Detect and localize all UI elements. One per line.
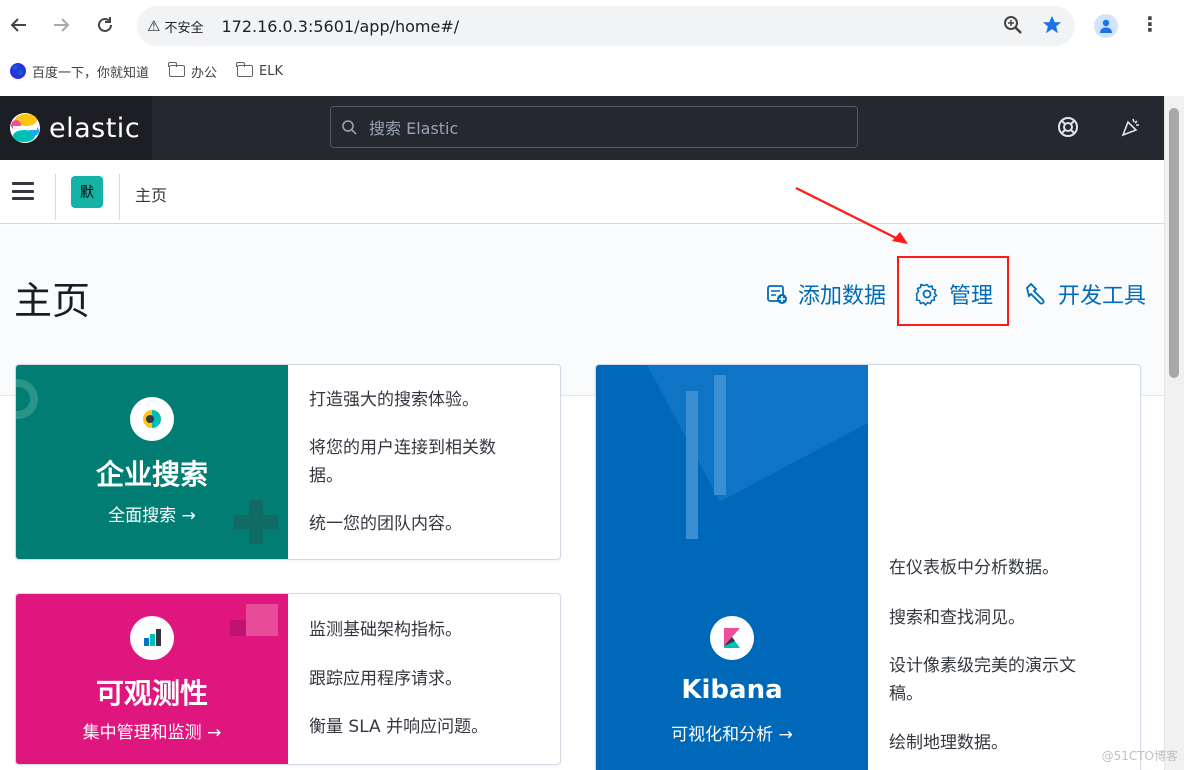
forward-button[interactable] [46, 10, 76, 40]
bookmarks-bar: 🐾 百度一下，你就知道 办公 ELK [0, 56, 1184, 86]
url-text[interactable]: 172.16.0.3:5601/app/home#/ [221, 17, 459, 36]
add-data-label: 添加数据 [798, 284, 887, 309]
bookmark-baidu[interactable]: 🐾 百度一下，你就知道 [10, 62, 149, 81]
highlight-box [897, 256, 1009, 326]
card-line: 将您的用户连接到相关数 [309, 438, 496, 458]
back-arrow-icon [10, 18, 26, 32]
menu-toggle-icon[interactable] [12, 182, 34, 200]
page-title: 主页 [14, 279, 91, 323]
bookmark-folder-elk[interactable]: ELK [236, 62, 284, 79]
card-title: 企业搜索 [95, 458, 208, 491]
decor-band [626, 365, 868, 502]
help-lifebuoy-icon[interactable] [1057, 116, 1079, 138]
elastic-logo-icon [10, 113, 40, 143]
warning-icon: ⚠ [147, 17, 161, 35]
card-line: 跟踪应用程序请求。 [309, 669, 462, 689]
decor-circle [16, 379, 38, 419]
card-line: 绘制地理数据。 [889, 733, 1008, 753]
folder-icon [236, 62, 254, 77]
space-avatar[interactable]: 默 [71, 176, 103, 208]
back-button[interactable] [4, 10, 34, 40]
search-icon [342, 120, 357, 135]
security-indicator[interactable]: ⚠ 不安全 [147, 17, 203, 36]
card-line: 设计像素级完美的演示文 [889, 656, 1076, 676]
address-bar[interactable]: ⚠ 不安全 172.16.0.3:5601/app/home#/ [137, 6, 1075, 46]
card-title: 可观测性 [95, 677, 208, 710]
bookmark-folder-office[interactable]: 办公 [168, 62, 218, 81]
baidu-icon: 🐾 [10, 63, 26, 79]
enterprise-search-logo-icon [130, 397, 174, 441]
card-line: 搜索和查找洞见。 [889, 608, 1025, 628]
scrollbar-thumb[interactable] [1169, 108, 1179, 378]
security-label: 不安全 [164, 20, 204, 36]
decor-bar [714, 375, 726, 495]
decor-square [246, 604, 278, 636]
card-line: 稿。 [889, 684, 923, 704]
add-data-button[interactable]: 添加数据 [766, 278, 886, 310]
observability-card[interactable]: 可观测性 集中管理和监测 → 监测基础架构指标。 跟踪应用程序请求。 衡量 SL… [15, 593, 561, 765]
zoom-icon[interactable] [1003, 15, 1023, 35]
decor-bar [686, 391, 698, 539]
kibana-card[interactable]: Kibana 可视化和分析 → 在仪表板中分析数据。 搜索和查找洞见。 设计像素… [595, 364, 1141, 770]
browser-chrome: ⚠ 不安全 172.16.0.3:5601/app/home#/ ⋮ 🐾 百度一… [0, 0, 1184, 96]
kibana-header: elastic 搜索 Elastic [0, 96, 1164, 160]
bookmark-label: ELK [259, 63, 284, 79]
reload-icon [98, 17, 112, 32]
divider [119, 174, 120, 220]
card-line: 打造强大的搜索体验。 [309, 390, 479, 410]
card-line: 在仪表板中分析数据。 [889, 558, 1059, 578]
breadcrumb-current: 主页 [135, 186, 168, 205]
kibana-logo-icon [710, 616, 754, 660]
add-data-icon [767, 285, 787, 304]
browser-menu-icon[interactable]: ⋮ [1140, 12, 1160, 36]
folder-icon [168, 62, 186, 77]
decor-square [230, 620, 246, 636]
divider [55, 174, 56, 220]
card-line: 据。 [309, 466, 343, 486]
bookmark-label: 办公 [191, 65, 218, 81]
forward-arrow-icon [54, 18, 70, 32]
card-link[interactable]: 集中管理和监测 → [16, 718, 288, 743]
brand-name: elastic [49, 112, 141, 144]
kibana-panel[interactable]: Kibana 可视化和分析 → [596, 365, 868, 770]
page-scrollbar[interactable] [1164, 96, 1184, 770]
observability-logo-icon [130, 616, 174, 660]
enterprise-search-card[interactable]: 企业搜索 全面搜索 → 打造强大的搜索体验。 将您的用户连接到相关数 据。 统一… [15, 364, 561, 560]
global-search-input[interactable]: 搜索 Elastic [330, 106, 858, 148]
profile-avatar-icon[interactable] [1094, 14, 1118, 38]
card-link[interactable]: 全面搜索 → [16, 501, 288, 526]
card-link[interactable]: 可视化和分析 → [596, 720, 868, 745]
news-feed-icon[interactable] [1120, 116, 1142, 138]
bookmark-label: 百度一下，你就知道 [32, 65, 150, 81]
person-icon [1100, 19, 1112, 33]
card-line: 衡量 SLA 并响应问题。 [309, 717, 489, 737]
dev-tools-label: 开发工具 [1058, 284, 1147, 309]
watermark: @51CTO博客 [1101, 749, 1178, 763]
elastic-logo[interactable]: elastic [0, 96, 152, 160]
bookmark-star-icon[interactable] [1041, 14, 1063, 36]
search-placeholder: 搜索 Elastic [369, 119, 459, 138]
breadcrumb-bar: 默 主页 [0, 160, 1164, 224]
card-line: 统一您的团队内容。 [309, 514, 462, 534]
reload-button[interactable] [90, 10, 120, 40]
observability-panel[interactable]: 可观测性 集中管理和监测 → [16, 594, 288, 764]
annotation-arrow-icon [795, 187, 908, 244]
card-line: 监测基础架构指标。 [309, 620, 462, 640]
enterprise-search-panel[interactable]: 企业搜索 全面搜索 → [16, 365, 288, 559]
wrench-icon [1026, 282, 1045, 305]
dev-tools-button[interactable]: 开发工具 [1024, 278, 1146, 310]
card-title: Kibana [681, 675, 783, 705]
